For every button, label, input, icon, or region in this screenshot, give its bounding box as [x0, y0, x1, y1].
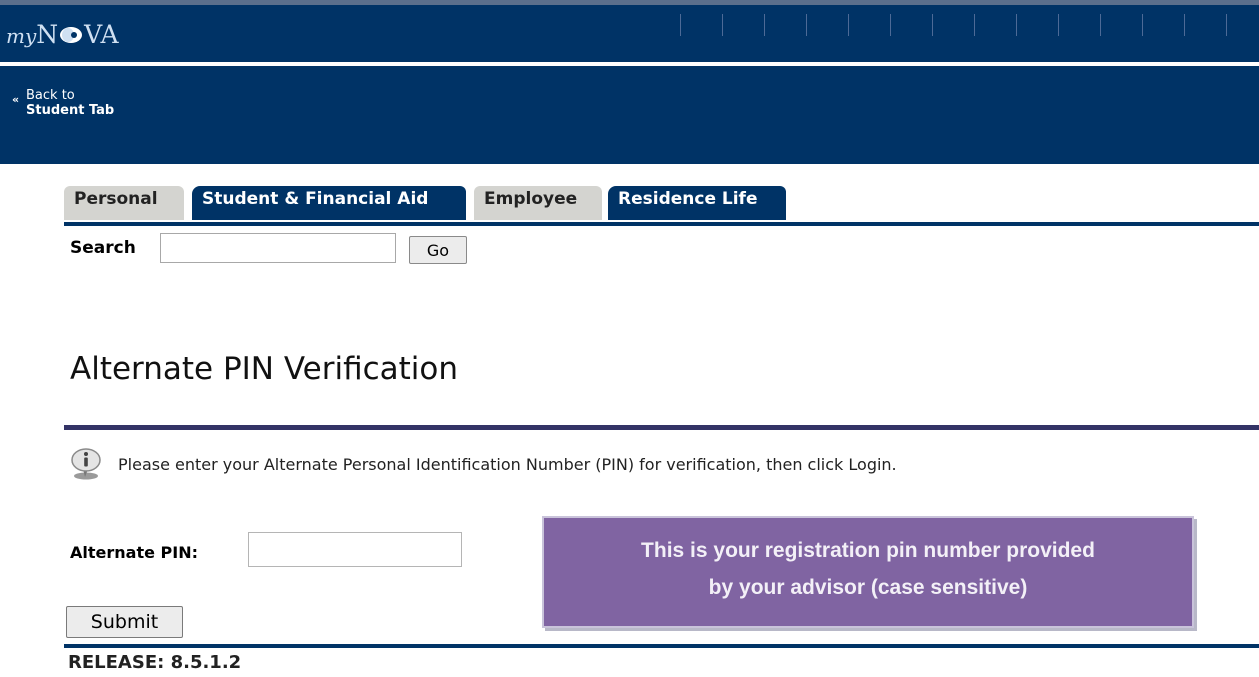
back-line2: Student Tab — [26, 103, 115, 118]
annotation-callout: This is your registration pin number pro… — [542, 516, 1194, 628]
back-line1: Back to — [26, 88, 75, 103]
nav-band — [0, 66, 1259, 164]
alternate-pin-input[interactable] — [248, 532, 462, 567]
search-label: Search — [70, 238, 136, 258]
tab-employee[interactable]: Employee — [474, 186, 602, 220]
mynova-logo[interactable]: myN VA — [6, 20, 119, 56]
tab-student-financial-aid[interactable]: Student & Financial Aid — [192, 186, 466, 220]
header-top-line — [0, 0, 1259, 5]
double-chevron-left-icon: « — [12, 93, 20, 106]
alternate-pin-label: Alternate PIN: — [70, 543, 198, 562]
info-icon — [70, 447, 102, 481]
back-to-student-tab-link[interactable]: « Back to Student Tab — [12, 88, 115, 118]
page-title: Alternate PIN Verification — [70, 351, 459, 387]
header-bar: myN VA — [0, 0, 1259, 62]
go-button[interactable]: Go — [409, 236, 467, 264]
callout-line2: by your advisor (case sensitive) — [708, 576, 1028, 599]
submit-button[interactable]: Submit — [66, 606, 183, 638]
tab-underline — [64, 222, 1259, 226]
info-message: Please enter your Alternate Personal Ide… — [118, 455, 897, 474]
header-decoration — [660, 14, 1259, 36]
tab-residence-life[interactable]: Residence Life — [608, 186, 786, 220]
callout-line1: This is your registration pin number pro… — [641, 539, 1095, 562]
release-version: RELEASE: 8.5.1.2 — [68, 652, 242, 673]
tab-personal[interactable]: Personal — [64, 186, 184, 220]
bottom-divider — [64, 644, 1259, 648]
logo-eye-icon — [59, 22, 83, 43]
search-input[interactable] — [160, 233, 396, 263]
title-divider — [64, 425, 1259, 430]
